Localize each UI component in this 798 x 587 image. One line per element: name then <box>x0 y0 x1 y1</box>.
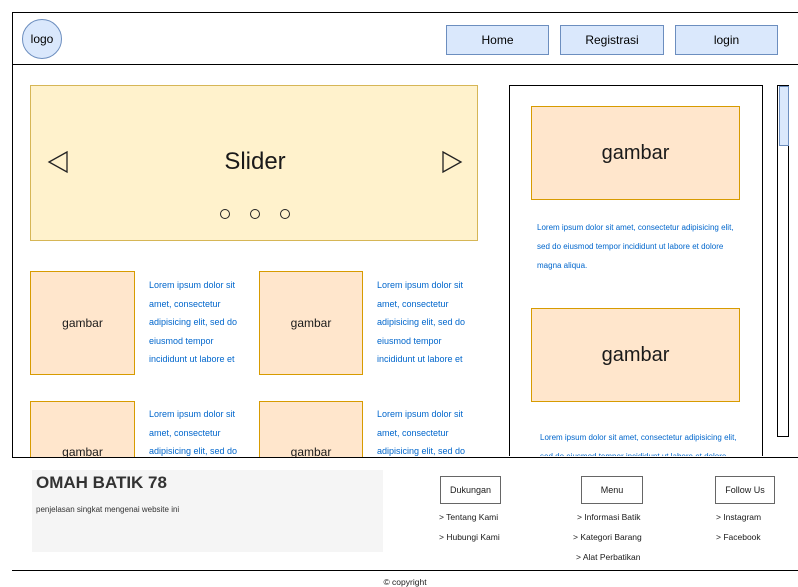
footer-brand-description: penjelasan singkat mengenai website ini <box>36 505 180 514</box>
logo[interactable]: logo <box>22 19 62 59</box>
copyright: © copyright <box>383 577 427 587</box>
grid-item-2-image[interactable]: gambar <box>259 271 363 375</box>
scrollbar-thumb[interactable] <box>779 86 789 146</box>
slider-prev-icon[interactable] <box>47 150 69 174</box>
slider-dot-1[interactable] <box>220 209 230 219</box>
grid-item-3-text: Lorem ipsum dolor sit amet, consectetur … <box>149 409 238 456</box>
slider-dot-3[interactable] <box>280 209 290 219</box>
footer-link-kategori-barang[interactable]: > Kategori Barang <box>573 532 642 542</box>
sidebar-item-1-text: Lorem ipsum dolor sit amet, consectetur … <box>537 223 734 270</box>
sidebar-item-2-text: Lorem ipsum dolor sit amet, consectetur … <box>540 433 737 456</box>
footer-menu-heading: Menu <box>581 476 643 504</box>
nav-home-button[interactable]: Home <box>446 25 549 55</box>
sidebar-panel: gambar Lorem ipsum dolor sit amet, conse… <box>509 85 763 456</box>
footer-divider <box>12 570 798 571</box>
footer-link-hubungi-kami[interactable]: > Hubungi Kami <box>439 532 500 542</box>
slider-next-icon[interactable] <box>441 150 463 174</box>
grid-item-1-image[interactable]: gambar <box>30 271 135 375</box>
footer-follow-heading: Follow Us <box>715 476 775 504</box>
grid-item-2-text: Lorem ipsum dolor sit amet, consectetur … <box>377 280 466 364</box>
sidebar-item-1-image[interactable]: gambar <box>531 106 740 200</box>
nav-registrasi-button[interactable]: Registrasi <box>560 25 664 55</box>
footer-link-tentang-kami[interactable]: > Tentang Kami <box>439 512 498 522</box>
footer-brand-title: OMAH BATIK 78 <box>36 473 167 492</box>
slider[interactable]: Slider <box>30 85 478 241</box>
nav-login-button[interactable]: login <box>675 25 778 55</box>
sidebar-item-2-image[interactable]: gambar <box>531 308 740 402</box>
footer-link-facebook[interactable]: > Facebook <box>716 532 761 542</box>
footer-link-informasi-batik[interactable]: > Informasi Batik <box>577 512 641 522</box>
grid-item-1-text: Lorem ipsum dolor sit amet, consectetur … <box>149 280 238 364</box>
footer-link-instagram[interactable]: > Instagram <box>716 512 761 522</box>
grid-item-4-text: Lorem ipsum dolor sit amet, consectetur … <box>377 409 466 456</box>
slider-dot-2[interactable] <box>250 209 260 219</box>
slider-title: Slider <box>224 148 286 175</box>
footer-link-alat-perbatikan[interactable]: > Alat Perbatikan <box>576 552 641 562</box>
footer-dukungan-heading: Dukungan <box>440 476 501 504</box>
header-divider <box>12 64 798 65</box>
